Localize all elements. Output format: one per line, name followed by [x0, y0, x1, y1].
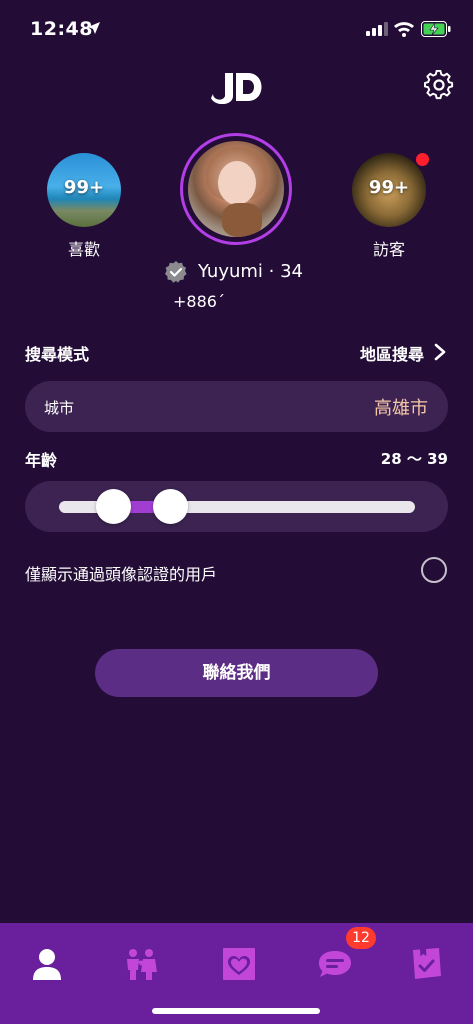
profile-avatar[interactable] [180, 133, 292, 245]
verified-only-label: 僅顯示通過頭像認證的用戶 [25, 565, 218, 584]
age-label: 年齡 [25, 451, 58, 470]
likes-count: 99+ [63, 177, 105, 198]
tab-people[interactable] [111, 934, 171, 994]
visitors-avatar[interactable]: 99+ [352, 153, 426, 227]
tasks-icon [413, 948, 441, 979]
city-label: 城市 [44, 399, 75, 417]
profile-phone: +886´ [173, 292, 225, 311]
gear-icon[interactable] [424, 70, 454, 100]
likes-avatar[interactable]: 99+ [47, 153, 121, 227]
age-slider[interactable] [25, 481, 448, 532]
chat-icon [319, 951, 351, 977]
tab-match[interactable] [209, 934, 269, 994]
heart-icon [223, 948, 255, 980]
likes-label: 喜歡 [67, 240, 100, 259]
age-max-handle[interactable] [153, 489, 188, 524]
profile-photo [188, 141, 284, 237]
search-mode-value[interactable]: 地區搜尋 [360, 341, 424, 365]
age-range-value: 28 ～ 39 [380, 450, 448, 468]
status-bar: 12:48 [0, 0, 473, 60]
notification-dot [416, 153, 429, 166]
people-icon [127, 949, 157, 980]
battery-charging-icon [421, 21, 451, 37]
app-logo [211, 73, 262, 104]
age-min-handle[interactable] [96, 489, 131, 524]
verified-only-radio[interactable] [421, 557, 447, 583]
profile-icon [33, 949, 61, 980]
city-value: 高雄市 [374, 398, 428, 419]
visitors-label: 訪客 [372, 240, 405, 259]
contact-us-button[interactable]: 聯絡我們 [95, 649, 378, 697]
signal-icon [366, 22, 388, 36]
chat-unread-badge: 12 [346, 927, 376, 949]
search-mode-label: 搜尋模式 [25, 345, 90, 364]
location-arrow-icon [88, 22, 100, 34]
wifi-icon [394, 22, 414, 37]
profile-name: Yuyumi · 34 [198, 261, 304, 282]
visitors-count: 99+ [368, 177, 410, 198]
status-time: 12:48 [30, 18, 93, 40]
tab-profile[interactable] [17, 934, 77, 994]
check-badge-icon [165, 261, 187, 283]
city-selector[interactable]: 城市 高雄市 [25, 381, 448, 432]
chevron-right-icon[interactable] [433, 343, 447, 361]
tab-tasks[interactable] [396, 934, 456, 994]
home-indicator[interactable] [152, 1008, 320, 1014]
